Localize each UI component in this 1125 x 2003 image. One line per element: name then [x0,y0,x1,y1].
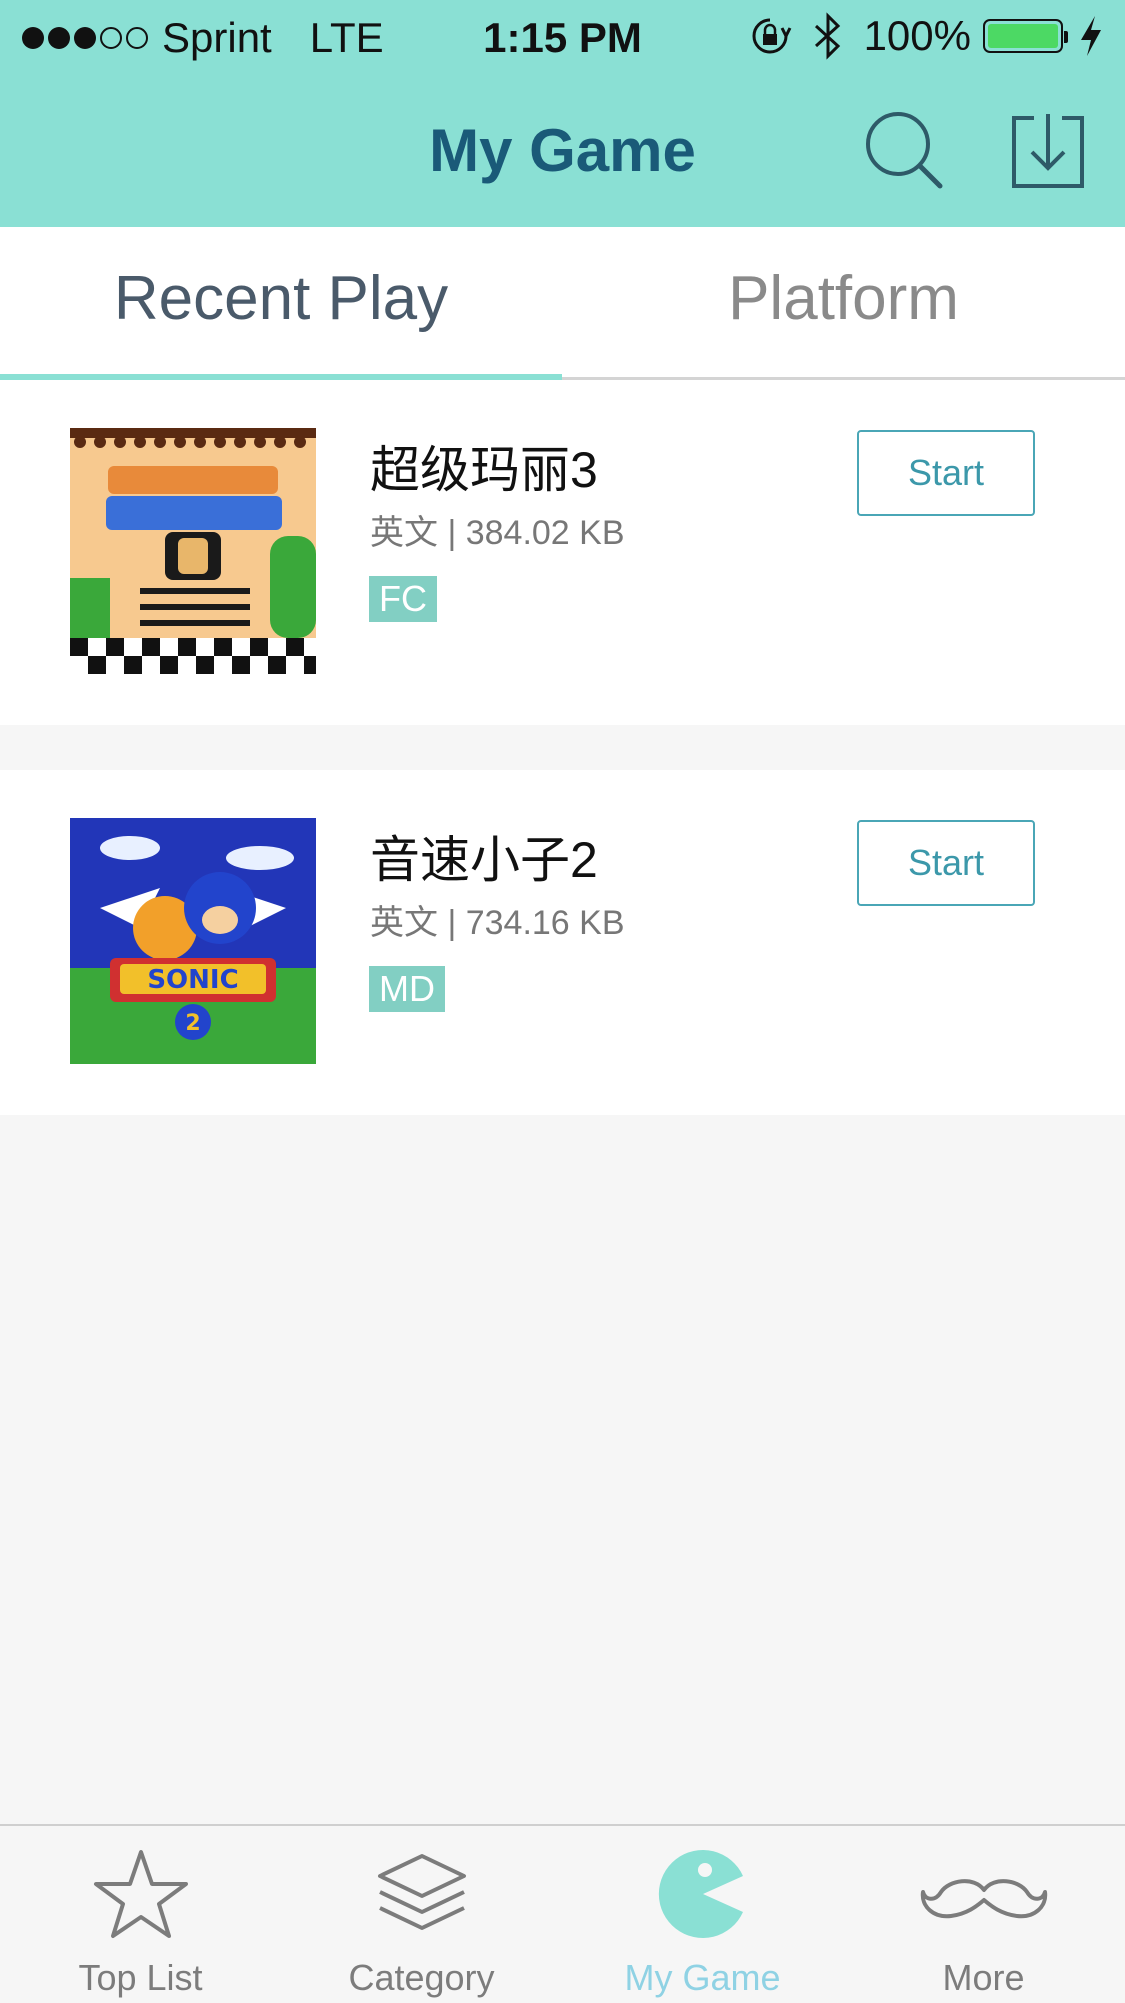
game-meta: 英文 | 384.02 KB [370,514,625,552]
svg-text:2: 2 [185,1011,200,1036]
game-title: 音速小子2 [370,832,598,888]
search-icon[interactable] [860,106,950,196]
mustache-icon [920,1879,1047,1919]
orientation-lock-icon [752,18,791,54]
status-right: 100% [748,12,1105,60]
layers-icon [377,1854,466,1930]
platform-badge: FC [369,576,437,622]
svg-text:SONIC: SONIC [147,965,238,995]
tabbar-item-more[interactable]: More [843,1826,1124,2003]
status-bar: Sprint LTE 1:15 PM 100% [0,0,1125,76]
tab-recent-play[interactable]: Recent Play [0,263,562,334]
game-meta: 英文 | 734.16 KB [370,904,625,942]
start-button[interactable]: Start [857,820,1035,906]
tabbar-label: Top List [78,1957,203,1998]
game-card[interactable]: SONIC 2 音速小子2 英文 | 734.16 KB MD Start [0,770,1125,1115]
tabbar-label: Category [348,1957,495,1998]
bottom-tab-bar: Top List Category My Game More [0,1824,1125,2003]
tabbar-item-category[interactable]: Category [281,1826,562,2003]
tabbar-item-my-game[interactable]: My Game [562,1826,843,2003]
tabbar-item-top-list[interactable]: Top List [0,1826,281,2003]
page-title: My Game [429,117,696,184]
pacman-icon [658,1850,743,1938]
bluetooth-icon [814,12,840,60]
game-thumbnail-mario [70,428,316,674]
tabbar-label: My Game [624,1957,781,1998]
game-card[interactable]: 超级玛丽3 英文 | 384.02 KB FC Start [0,380,1125,725]
game-title: 超级玛丽3 [370,442,598,498]
tabbar-label: More [942,1957,1025,1998]
download-icon[interactable] [1008,112,1088,192]
battery-icon [983,19,1068,53]
segment-tabs: Recent Play Platform [0,227,1125,380]
nav-bar: My Game [0,76,1125,227]
charging-bolt-icon [1081,16,1101,56]
star-icon [93,1850,188,1938]
tab-platform[interactable]: Platform [562,263,1125,334]
platform-badge: MD [369,966,445,1012]
battery-percent: 100% [863,12,971,59]
start-button[interactable]: Start [857,430,1035,516]
game-thumbnail-sonic: SONIC 2 [70,818,316,1064]
